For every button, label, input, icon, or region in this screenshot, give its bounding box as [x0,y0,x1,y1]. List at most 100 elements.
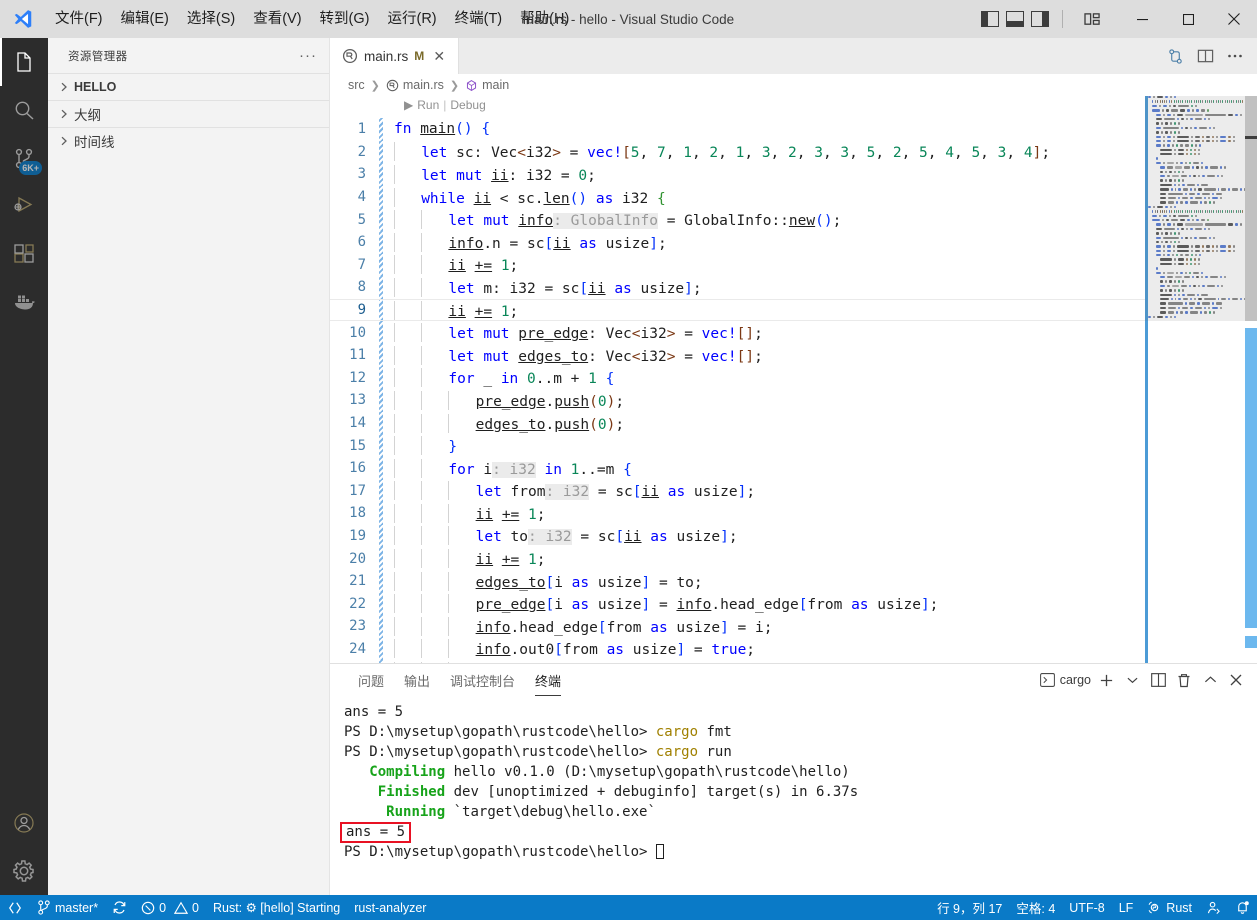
window-maximize-button[interactable] [1165,0,1211,38]
minimap-slider[interactable] [1145,96,1245,321]
panel-tab-output[interactable]: 输出 [394,664,440,696]
kill-terminal-icon[interactable] [1173,667,1195,693]
status-editor-position[interactable]: 行 9，列 17 [930,895,1009,920]
status-sync-changes[interactable] [105,895,134,920]
codelens-run-link[interactable]: Run [417,98,439,112]
toggle-panel-icon[interactable] [1006,11,1024,27]
new-terminal-icon[interactable] [1095,667,1117,693]
menu-run[interactable]: 运行(R) [378,0,445,38]
minimap[interactable] [1145,96,1245,663]
panel-tab-debug-console[interactable]: 调试控制台 [440,664,525,696]
terminal-output[interactable]: ans = 5 PS D:\mysetup\gopath\rustcode\hel… [330,696,1257,895]
window-close-button[interactable] [1211,0,1257,38]
tab-main-rs[interactable]: main.rs M ✕ [330,38,460,74]
code-line[interactable]: 7 ii += 1; [330,253,1257,277]
code-line[interactable]: 11 let mut edges_to: Vec<i32> = vec![]; [330,343,1257,367]
menu-file[interactable]: 文件(F) [46,0,112,38]
sidebar-section-outline[interactable]: 大纲 [48,100,329,127]
menu-terminal[interactable]: 终端(T) [446,0,512,38]
code-line[interactable]: 23 info.head_edge[from as usize] = i; [330,615,1257,638]
code-line[interactable]: 3 let mut ii: i32 = 0; [330,163,1257,186]
status-problems[interactable]: 0 0 [134,895,206,920]
activity-docker[interactable] [0,278,48,326]
breadcrumb-item-main-symbol[interactable]: main [465,78,509,92]
code-token: usize [685,484,738,501]
source-control-graph-icon[interactable] [1161,41,1189,71]
editor-more-actions-icon[interactable] [1221,41,1249,71]
status-rust-analyzer-name[interactable]: rust-analyzer [347,895,433,920]
sidebar-section-timeline[interactable]: 时间线 [48,127,329,154]
code-line[interactable]: 15 } [330,434,1257,457]
customize-layout-icon[interactable] [1076,12,1109,27]
terminal-dropdown-icon[interactable] [1121,667,1143,693]
status-editor-eol[interactable]: LF [1112,895,1141,920]
codelens-debug-link[interactable]: Debug [450,98,485,112]
maximize-panel-icon[interactable] [1199,667,1221,693]
status-git-branch[interactable]: master* [30,895,105,920]
code-line[interactable]: 13 pre_edge.push(0); [330,389,1257,412]
activity-run-and-debug[interactable] [0,182,48,230]
activity-manage-settings[interactable] [0,847,48,895]
activity-explorer[interactable] [0,38,48,86]
status-editor-indentation[interactable]: 空格: 4 [1009,895,1062,920]
code-line[interactable]: 8 let m: i32 = sc[ii as usize]; [330,276,1257,299]
activity-extensions[interactable] [0,230,48,278]
code-line[interactable]: 21 edges_to[i as usize] = to; [330,569,1257,593]
code-line[interactable]: 17 let from: i32 = sc[ii as usize]; [330,479,1257,503]
breadcrumb-item-src[interactable]: src [348,78,365,92]
toggle-secondary-sidebar-icon[interactable] [1031,11,1049,27]
code-line[interactable]: 24 info.out0[from as usize] = true; [330,637,1257,661]
activity-search[interactable] [0,86,48,134]
activity-accounts[interactable] [0,799,48,847]
split-editor-icon[interactable] [1191,41,1219,71]
window-minimize-button[interactable] [1119,0,1165,38]
code-line[interactable]: 5 let mut info: GlobalInfo = GlobalInfo:… [330,208,1257,231]
code-line[interactable]: 18 ii += 1; [330,502,1257,525]
status-editor-encoding[interactable]: UTF-8 [1062,895,1111,920]
code-token: let [475,484,502,501]
status-editor-language[interactable]: Rust [1140,895,1199,920]
code-line[interactable]: 9 ii += 1; [330,298,1257,322]
code-line[interactable]: 4 while ii < sc.len() as i32 { [330,185,1257,209]
code-line[interactable]: 10 let mut pre_edge: Vec<i32> = vec![]; [330,321,1257,344]
menu-help[interactable]: 帮助(H) [511,0,578,38]
split-terminal-icon[interactable] [1147,667,1169,693]
menu-edit[interactable]: 编辑(E) [112,0,178,38]
code-line[interactable]: 25 info.in0[to as usize] += 1; [330,660,1257,663]
code-line[interactable]: 2 let sc: Vec<i32> = vec![5, 7, 1, 2, 1,… [330,140,1257,164]
status-notifications[interactable] [1228,895,1257,920]
status-rust-analyzer[interactable]: Rust: ⚙ [hello] Starting [206,895,347,920]
code-line[interactable]: 1 fn main() { [330,118,1257,141]
code-line[interactable]: 6 info.n = sc[ii as usize]; [330,230,1257,254]
menu-view[interactable]: 查看(V) [244,0,310,38]
breadcrumb-item-main-rs[interactable]: main.rs [386,78,444,92]
menu-go[interactable]: 转到(G) [311,0,379,38]
code-line[interactable]: 16 for i: i32 in 1..=m { [330,456,1257,480]
tab-close-icon[interactable]: ✕ [430,48,448,65]
panel-tab-problems[interactable]: 问题 [348,664,394,696]
code-token: i32 [613,190,657,207]
code-line[interactable]: 12 for _ in 0..m + 1 { [330,366,1257,390]
editor-scrollbar[interactable] [1245,96,1257,663]
code-line[interactable]: 14 edges_to.push(0); [330,411,1257,435]
code-line[interactable]: 22 pre_edge[i as usize] = info.head_edge… [330,592,1257,615]
side-bar-more-actions-icon[interactable]: ··· [299,47,317,64]
code-token: i32 [526,145,553,162]
code-line[interactable]: 20 ii += 1; [330,547,1257,570]
terminal-selector[interactable]: cargo [1039,673,1091,687]
editor-scrollbar-thumb[interactable] [1245,96,1257,321]
status-remote-indicator[interactable] [0,895,30,920]
status-language-label: Rust [1166,900,1192,915]
code-editor[interactable]: ▶ Run | Debug 1 fn main() {2 let sc: Vec<… [330,96,1257,663]
activity-source-control[interactable]: 6K+ [0,134,48,182]
toggle-primary-sidebar-icon[interactable] [981,11,999,27]
menu-select[interactable]: 选择(S) [178,0,244,38]
sidebar-section-hello[interactable]: HELLO [48,73,329,100]
code-line[interactable]: 19 let to: i32 = sc[ii as usize]; [330,524,1257,548]
panel-tab-terminal[interactable]: 终端 [525,664,571,696]
status-feedback[interactable] [1199,895,1228,920]
close-panel-icon[interactable] [1225,667,1247,693]
git-change-indicator [378,660,386,663]
code-token: ii [624,529,642,546]
